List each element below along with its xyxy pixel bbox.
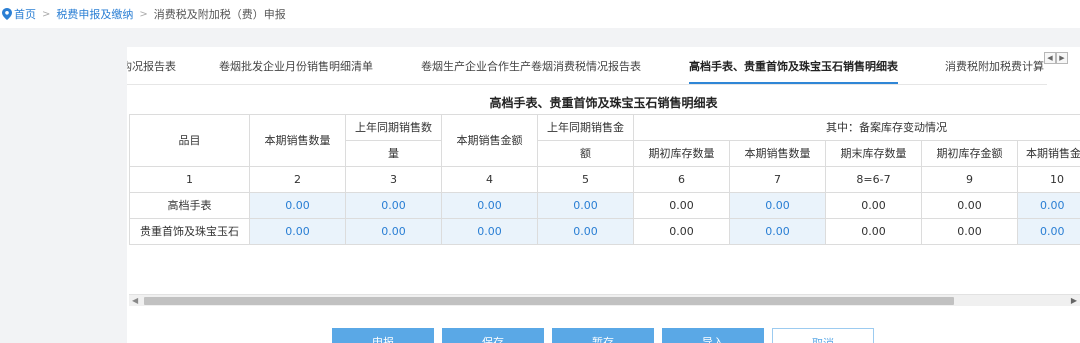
cell-input[interactable]: 0.00 (729, 218, 826, 245)
cell-input[interactable]: 0.00 (345, 192, 442, 219)
column-number: 3 (345, 166, 442, 193)
header-opening-inventory-amount: 期初库存金额 (921, 140, 1018, 167)
scrollbar-thumb[interactable] (144, 297, 954, 305)
row-label: 贵重首饰及珠宝玉石 (129, 218, 250, 245)
column-number: 8=6-7 (825, 166, 922, 193)
column-number: 4 (441, 166, 538, 193)
header-inventory-group: 其中：备案库存变动情况 (632, 114, 1080, 141)
declaration-panel: 构况报告表 卷烟批发企业月份销售明细清单 卷烟生产企业合作生产卷烟消费税情况报告… (127, 47, 1080, 343)
breadcrumb: 首页 > 税费申报及缴纳 > 消费税及附加税（费）申报 (0, 0, 1080, 28)
row-label: 高档手表 (129, 192, 250, 219)
breadcrumb-section-link[interactable]: 税费申报及缴纳 (56, 6, 133, 22)
header-opening-inventory-qty: 期初库存数量 (633, 140, 730, 167)
table-row: 高档手表 0.00 0.00 0.00 0.00 0.00 0.00 0.00 … (129, 192, 1080, 219)
header-prev-qty-line2: 量 (345, 140, 442, 167)
breadcrumb-home-link[interactable]: 首页 (14, 6, 36, 22)
tab-luxury-watch-jewelry-sales[interactable]: 高档手表、贵重首饰及珠宝玉石销售明细表 (689, 47, 898, 84)
tab-situation-report[interactable]: 构况报告表 (127, 47, 176, 84)
breadcrumb-separator: > (139, 8, 148, 20)
scroll-left-arrow-icon[interactable]: ◀ (132, 296, 138, 305)
location-pin-icon (2, 8, 12, 20)
header-current-qty: 本期销售数量 (249, 114, 346, 167)
column-number: 7 (729, 166, 826, 193)
tab-scroll-left-icon[interactable]: ◀ (1044, 52, 1056, 64)
cell-value: 0.00 (921, 218, 1018, 245)
cell-value: 0.00 (825, 218, 922, 245)
table-viewport: 品目 本期销售数量 上年同期销售数 本期销售金额 上年同期销售金 其中：备案库存… (129, 114, 1080, 294)
cell-value: 0.00 (633, 192, 730, 219)
cell-input[interactable]: 0.00 (441, 192, 538, 219)
import-button[interactable]: 导入 (662, 328, 764, 343)
column-number: 6 (633, 166, 730, 193)
horizontal-scrollbar[interactable]: ◀ ▶ (129, 294, 1080, 306)
tab-scroll-right-icon[interactable]: ▶ (1056, 52, 1068, 64)
cell-value: 0.00 (921, 192, 1018, 219)
save-button[interactable]: 保存 (442, 328, 544, 343)
cell-value: 0.00 (633, 218, 730, 245)
cell-input[interactable]: 0.00 (1016, 192, 1080, 219)
breadcrumb-current: 消费税及附加税（费）申报 (153, 8, 286, 21)
action-buttons: 申报 保存 暂存 导入 取消 (332, 328, 874, 343)
column-number: 5 (537, 166, 634, 193)
cell-input[interactable]: 0.00 (1016, 218, 1080, 245)
header-category: 品目 (129, 114, 250, 167)
cell-input[interactable]: 0.00 (249, 218, 346, 245)
sales-detail-table: 品目 本期销售数量 上年同期销售数 本期销售金额 上年同期销售金 其中：备案库存… (129, 114, 1080, 245)
cell-input[interactable]: 0.00 (345, 218, 442, 245)
table-row: 贵重首饰及珠宝玉石 0.00 0.00 0.00 0.00 0.00 0.00 … (129, 218, 1080, 245)
column-number-row: 1 2 3 4 5 6 7 8=6-7 9 10 (129, 166, 1080, 193)
temp-save-button[interactable]: 暂存 (552, 328, 654, 343)
cell-input[interactable]: 0.00 (441, 218, 538, 245)
breadcrumb-separator: > (42, 8, 51, 20)
header-prev-qty-line1: 上年同期销售数 (345, 114, 442, 141)
cell-input[interactable]: 0.00 (537, 192, 634, 219)
header-prev-amount-line1: 上年同期销售金 (537, 114, 634, 141)
scroll-right-arrow-icon[interactable]: ▶ (1071, 296, 1077, 305)
header-period-sales-qty: 本期销售数量 (729, 140, 826, 167)
cancel-button[interactable]: 取消 (772, 328, 874, 343)
header-prev-amount-line2: 额 (537, 140, 634, 167)
header-current-amount: 本期销售金额 (441, 114, 538, 167)
cell-input[interactable]: 0.00 (249, 192, 346, 219)
column-number: 10 (1016, 166, 1080, 193)
header-closing-inventory-qty: 期末库存数量 (825, 140, 922, 167)
cell-value: 0.00 (825, 192, 922, 219)
column-number: 2 (249, 166, 346, 193)
tab-scroll-controls: ◀ ▶ (1044, 52, 1068, 64)
table-title: 高档手表、贵重首饰及珠宝玉石销售明细表 (489, 96, 718, 110)
cell-input[interactable]: 0.00 (729, 192, 826, 219)
tab-cigarette-cooperative-production[interactable]: 卷烟生产企业合作生产卷烟消费税情况报告表 (421, 47, 641, 84)
column-number: 9 (921, 166, 1018, 193)
tab-cigarette-wholesale-monthly[interactable]: 卷烟批发企业月份销售明细清单 (219, 47, 373, 84)
declare-button[interactable]: 申报 (332, 328, 434, 343)
header-period-sales-amount: 本期销售金 (1016, 140, 1080, 167)
tab-consumption-tax-surcharge[interactable]: 消费税附加税费计算 (945, 47, 1044, 84)
column-number: 1 (129, 166, 250, 193)
form-tabs: 构况报告表 卷烟批发企业月份销售明细清单 卷烟生产企业合作生产卷烟消费税情况报告… (127, 47, 1047, 85)
cell-input[interactable]: 0.00 (537, 218, 634, 245)
